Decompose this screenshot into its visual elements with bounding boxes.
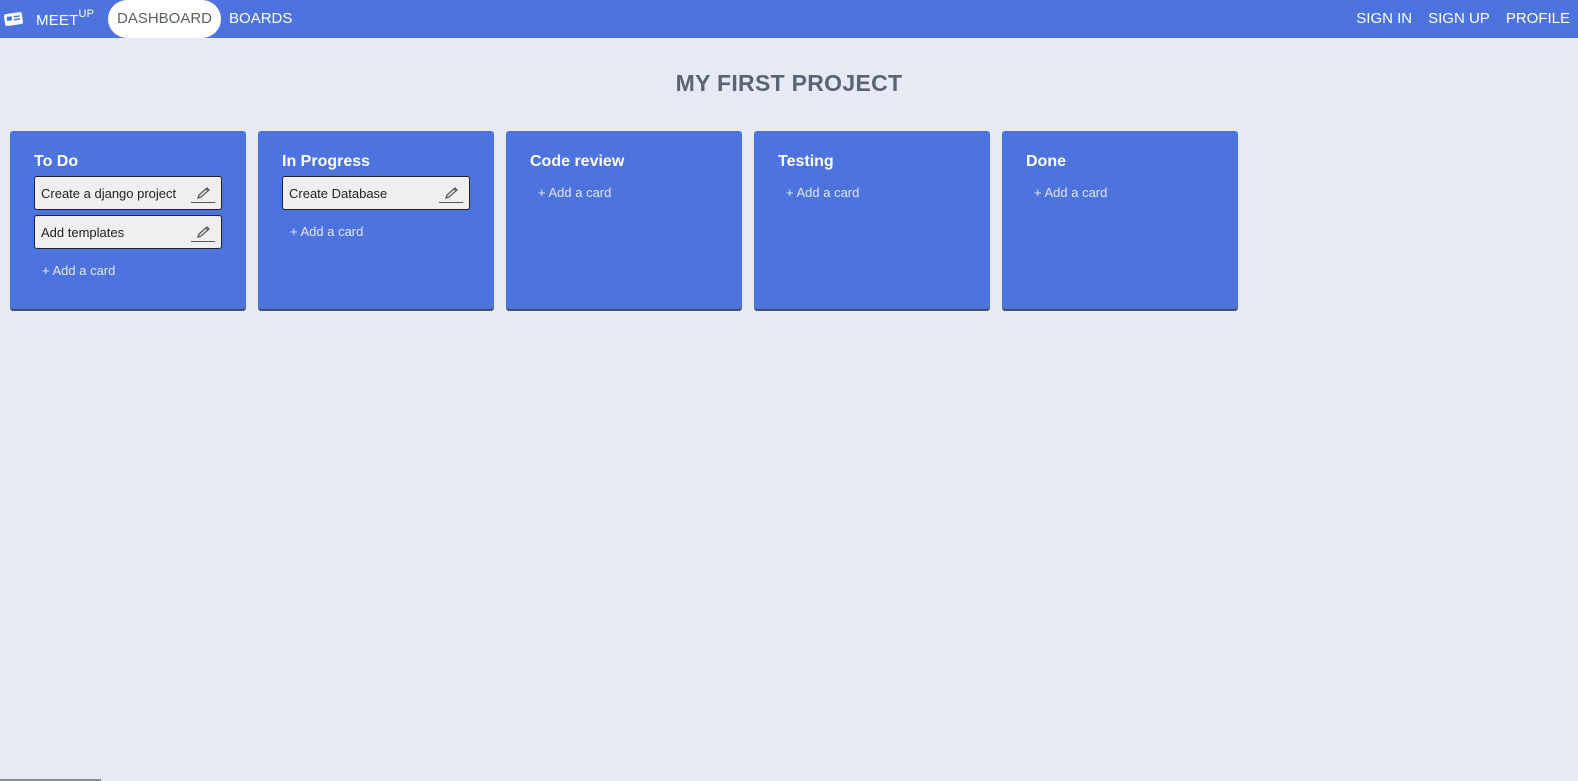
brand[interactable]: MEETUP bbox=[4, 0, 94, 38]
nav-dashboard-link[interactable]: DASHBOARD bbox=[108, 0, 222, 38]
nav-boards-link[interactable]: BOARDS bbox=[221, 0, 300, 38]
column-done: Done + Add a card bbox=[1002, 131, 1238, 309]
task-card[interactable]: Add templates bbox=[34, 215, 222, 249]
add-card-button[interactable]: + Add a card bbox=[1026, 176, 1115, 209]
add-card-button[interactable]: + Add a card bbox=[778, 176, 867, 209]
nav-sign-in-link[interactable]: SIGN IN bbox=[1348, 0, 1420, 38]
card-text: Create a django project bbox=[41, 185, 177, 201]
brand-name: MEETUP bbox=[36, 7, 95, 29]
add-card-button[interactable]: + Add a card bbox=[530, 176, 619, 209]
pencil-icon[interactable] bbox=[191, 223, 215, 242]
column-code-review: Code review + Add a card bbox=[506, 131, 742, 309]
nav-sign-up-link[interactable]: SIGN UP bbox=[1420, 0, 1498, 38]
nav-main-links: DASHBOARD BOARDS bbox=[108, 0, 300, 38]
kanban-board: To Do Create a django project Add templa… bbox=[10, 131, 1238, 309]
column-title: In Progress bbox=[282, 153, 371, 170]
column-title: To Do bbox=[34, 153, 79, 170]
column-title: Code review bbox=[530, 153, 625, 170]
top-navbar: MEETUP DASHBOARD BOARDS SIGN IN SIGN UP … bbox=[0, 0, 1578, 38]
column-title: Done bbox=[1026, 153, 1066, 170]
task-card[interactable]: Create a django project bbox=[34, 176, 222, 210]
nav-profile-link[interactable]: PROFILE bbox=[1498, 0, 1578, 38]
column-testing: Testing + Add a card bbox=[754, 131, 990, 309]
add-card-button[interactable]: + Add a card bbox=[282, 215, 371, 248]
page-title: MY FIRST PROJECT bbox=[675, 70, 903, 96]
pencil-icon[interactable] bbox=[439, 184, 463, 203]
card-text: Create Database bbox=[289, 185, 388, 201]
add-card-button[interactable]: + Add a card bbox=[34, 254, 123, 287]
column-title: Testing bbox=[778, 153, 834, 170]
column-in-progress: In Progress Create Database + Add a card bbox=[258, 131, 494, 309]
column-to-do: To Do Create a django project Add templa… bbox=[10, 131, 246, 309]
pencil-icon[interactable] bbox=[191, 184, 215, 203]
task-card[interactable]: Create Database bbox=[282, 176, 470, 210]
id-card-icon bbox=[4, 11, 24, 27]
nav-account-links: SIGN IN SIGN UP PROFILE bbox=[1348, 0, 1578, 38]
card-text: Add templates bbox=[41, 224, 125, 240]
